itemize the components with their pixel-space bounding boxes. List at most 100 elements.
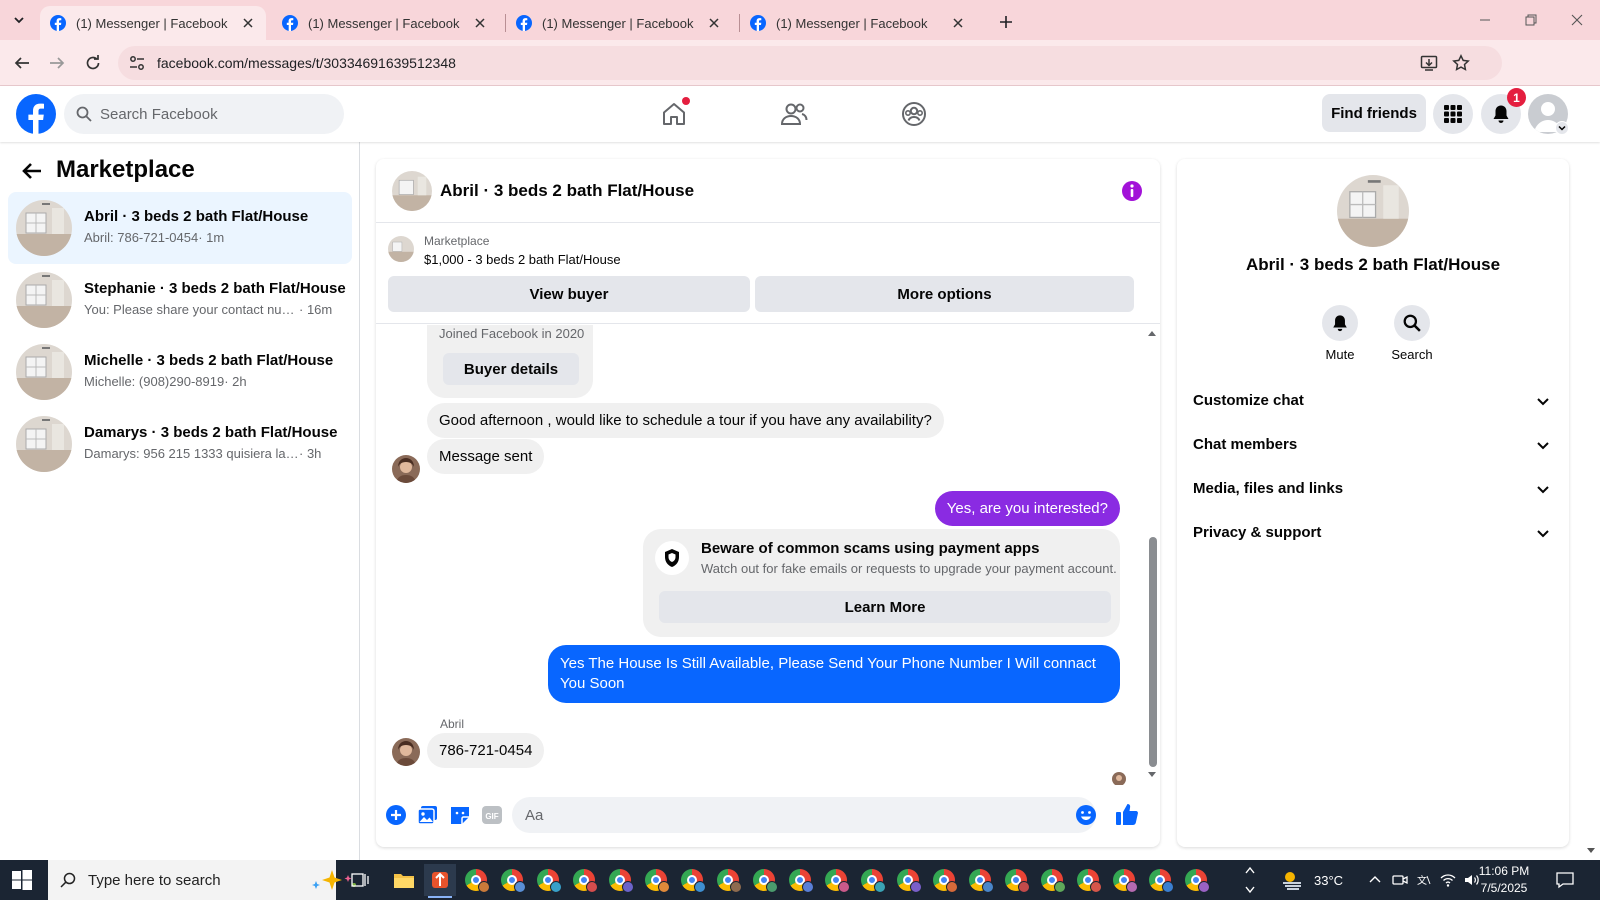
- privacy-support-row[interactable]: Privacy & support: [1185, 513, 1561, 553]
- more-options-button[interactable]: More options: [755, 276, 1134, 312]
- notification-center-icon[interactable]: [1555, 870, 1575, 890]
- reload-button[interactable]: [81, 51, 105, 75]
- chrome-profile-2[interactable]: [496, 864, 528, 896]
- thumbs-up-icon[interactable]: [1114, 801, 1140, 827]
- chat-members-row[interactable]: Chat members: [1185, 425, 1561, 465]
- chrome-profile-5[interactable]: [604, 864, 636, 896]
- chrome-profile-6[interactable]: [640, 864, 672, 896]
- close-icon[interactable]: [706, 15, 722, 31]
- menu-button[interactable]: [1433, 94, 1473, 134]
- nav-groups[interactable]: [896, 96, 932, 132]
- facebook-search-input[interactable]: [100, 94, 330, 134]
- file-explorer-app[interactable]: [388, 864, 420, 896]
- nav-friends[interactable]: [776, 96, 812, 132]
- chrome-profile-17[interactable]: [1036, 864, 1068, 896]
- plus-circle-icon[interactable]: [384, 803, 408, 827]
- taskbar-overflow-arrows[interactable]: [1244, 864, 1256, 896]
- conversation-item[interactable]: Damarys · 3 beds 2 bath Flat/House Damar…: [8, 408, 352, 480]
- buyer-details-button[interactable]: Buyer details: [443, 353, 579, 385]
- chrome-profile-8[interactable]: [712, 864, 744, 896]
- chat-profile-photo[interactable]: [1337, 175, 1409, 247]
- chrome-profile-16[interactable]: [1000, 864, 1032, 896]
- find-friends-button[interactable]: Find friends: [1322, 94, 1426, 132]
- close-icon[interactable]: [240, 15, 256, 31]
- star-icon[interactable]: [1452, 54, 1470, 72]
- facebook-logo-icon[interactable]: [16, 94, 56, 134]
- chevron-up-icon[interactable]: [1368, 873, 1382, 887]
- taskbar-search-box[interactable]: Type here to search: [48, 860, 356, 900]
- browser-tab-1[interactable]: (1) Messenger | Facebook: [40, 6, 266, 40]
- conversation-item[interactable]: Abril · 3 beds 2 bath Flat/House Abril: …: [8, 192, 352, 264]
- windows-start-icon[interactable]: [12, 870, 32, 890]
- meet-now-icon[interactable]: [1392, 872, 1408, 888]
- sticker-icon[interactable]: [448, 803, 472, 827]
- wifi-icon[interactable]: [1440, 872, 1456, 888]
- new-tab-button[interactable]: [994, 10, 1018, 34]
- browser-tab-2[interactable]: (1) Messenger | Facebook: [272, 6, 498, 40]
- mute-action[interactable]: Mute: [1308, 305, 1372, 362]
- chrome-profile-3[interactable]: [532, 864, 564, 896]
- tab-search-button[interactable]: [8, 9, 30, 31]
- sender-avatar[interactable]: [392, 738, 420, 766]
- page-scroll-down-arrow[interactable]: [1585, 846, 1597, 856]
- message-bubble-incoming[interactable]: Good afternoon , would like to schedule …: [427, 403, 944, 438]
- nav-home[interactable]: [656, 96, 692, 132]
- listing-price[interactable]: $1,000 - 3 beds 2 bath Flat/House: [424, 252, 621, 267]
- message-bubble-incoming[interactable]: 786-721-0454: [427, 733, 545, 768]
- conversation-item[interactable]: Michelle · 3 beds 2 bath Flat/House Mich…: [8, 336, 352, 408]
- chrome-profile-1[interactable]: [460, 864, 492, 896]
- back-button[interactable]: [10, 51, 34, 75]
- view-buyer-button[interactable]: View buyer: [388, 276, 750, 312]
- forward-button[interactable]: [45, 51, 69, 75]
- chat-title[interactable]: Abril · 3 beds 2 bath Flat/House: [440, 181, 694, 201]
- arrow-left-icon[interactable]: [20, 159, 44, 183]
- mute-button[interactable]: [1322, 305, 1358, 341]
- close-icon[interactable]: [472, 15, 488, 31]
- weather-widget[interactable]: 33°C: [1280, 860, 1343, 900]
- info-icon[interactable]: [1121, 180, 1143, 202]
- learn-more-button[interactable]: Learn More: [659, 591, 1111, 623]
- restore-button[interactable]: [1508, 8, 1554, 32]
- message-bubble-outgoing[interactable]: Yes The House Is Still Available, Please…: [548, 645, 1120, 703]
- chrome-profile-7[interactable]: [676, 864, 708, 896]
- gif-icon[interactable]: GIF: [480, 803, 504, 827]
- media-files-links-row[interactable]: Media, files and links: [1185, 469, 1561, 509]
- browser-tab-4[interactable]: (1) Messenger | Facebook: [740, 6, 976, 40]
- close-icon[interactable]: [950, 15, 966, 31]
- address-bar[interactable]: facebook.com/messages/t/3033469163951234…: [118, 46, 1502, 80]
- sender-avatar[interactable]: [392, 455, 420, 483]
- chrome-profile-14[interactable]: [928, 864, 960, 896]
- chrome-profile-11[interactable]: [820, 864, 852, 896]
- app-button-active[interactable]: [424, 864, 456, 898]
- language-icon[interactable]: 文: [1416, 872, 1432, 888]
- minimize-button[interactable]: [1462, 8, 1508, 32]
- facebook-search-box[interactable]: [64, 94, 344, 134]
- chrome-profile-10[interactable]: [784, 864, 816, 896]
- chrome-profile-19[interactable]: [1108, 864, 1140, 896]
- chrome-profile-20[interactable]: [1144, 864, 1176, 896]
- chrome-profile-13[interactable]: [892, 864, 924, 896]
- chrome-profile-15[interactable]: [964, 864, 996, 896]
- browser-tab-3[interactable]: (1) Messenger | Facebook: [506, 6, 732, 40]
- account-menu-chevron[interactable]: [1555, 121, 1569, 135]
- message-bubble-outgoing[interactable]: Yes, are you interested?: [934, 491, 1120, 526]
- chrome-profile-12[interactable]: [856, 864, 888, 896]
- task-view-button[interactable]: [344, 864, 376, 896]
- taskbar-clock[interactable]: 11:06 PM 7/5/2025: [1470, 863, 1538, 897]
- chrome-profile-4[interactable]: [568, 864, 600, 896]
- close-window-button[interactable]: [1554, 8, 1600, 32]
- conversation-item[interactable]: Stephanie · 3 beds 2 bath Flat/House You…: [8, 264, 352, 336]
- customize-chat-row[interactable]: Customize chat: [1185, 381, 1561, 421]
- scrollbar-thumb[interactable]: [1149, 537, 1157, 767]
- message-input[interactable]: [512, 797, 1096, 833]
- chat-avatar[interactable]: [392, 171, 432, 211]
- message-bubble-incoming[interactable]: Message sent: [427, 439, 545, 474]
- search-action[interactable]: Search: [1380, 305, 1444, 362]
- site-settings-icon[interactable]: [128, 54, 146, 72]
- install-app-icon[interactable]: [1420, 54, 1438, 72]
- emoji-icon[interactable]: [1074, 803, 1098, 827]
- chrome-profile-21[interactable]: [1180, 864, 1212, 896]
- chrome-profile-18[interactable]: [1072, 864, 1104, 896]
- search-in-chat-button[interactable]: [1394, 305, 1430, 341]
- chrome-profile-9[interactable]: [748, 864, 780, 896]
